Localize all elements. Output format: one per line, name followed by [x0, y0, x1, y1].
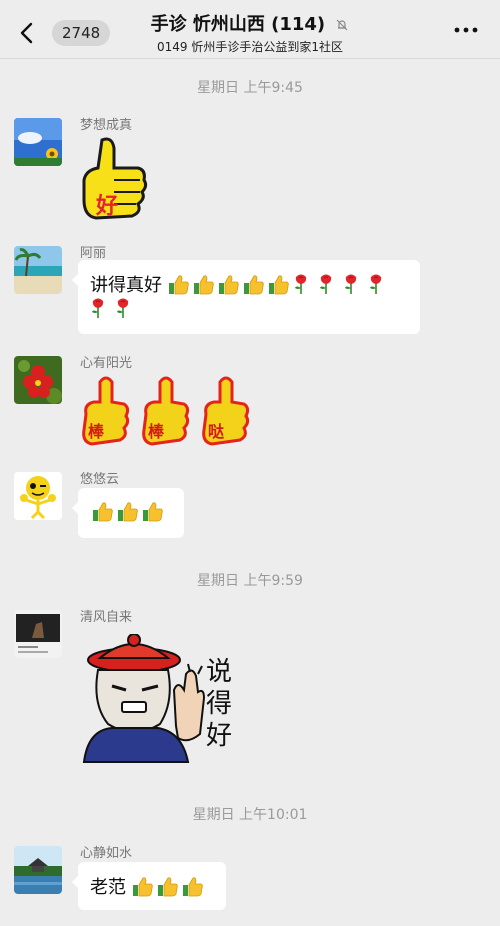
thumbs-up-emoji — [93, 502, 113, 522]
mute-bell-icon — [336, 19, 348, 31]
back-button[interactable]: 2748 — [14, 18, 111, 48]
sender-name: 梦想成真 — [80, 118, 133, 133]
thumbs-up-emoji — [218, 275, 239, 295]
message-row: 阿丽 讲得真好 — [14, 246, 484, 336]
rose-emoji — [344, 274, 356, 294]
message-row: 悠悠云 — [14, 472, 484, 542]
sender-name: 心静如水 — [80, 846, 133, 861]
avatar[interactable] — [14, 118, 62, 166]
thumbs-up-emoji — [182, 877, 203, 897]
chat-subtitle: 0149 忻州手诊手治公益到家1社区 — [157, 40, 343, 54]
thumbs-up-sticker-group-icon — [82, 376, 250, 446]
emoji-row — [92, 502, 167, 523]
message-text: 老范 — [90, 877, 126, 898]
message-row: 心有阳光 棒 棒 哒 — [14, 356, 484, 456]
thumbs-up-emoji — [157, 877, 178, 897]
sticker-text: 哒 — [208, 422, 225, 441]
timestamp: 星期日 上午9:45 — [197, 80, 303, 96]
rose-emoji — [369, 274, 381, 294]
sender-name: 悠悠云 — [80, 472, 120, 487]
message-bubble[interactable] — [72, 488, 184, 538]
sender-name: 清风自来 — [80, 610, 133, 625]
thumbs-up-emoji — [118, 502, 138, 522]
sender-name: 心有阳光 — [80, 356, 133, 371]
timestamp: 星期日 上午9:59 — [197, 573, 303, 589]
avatar-sky-flower-image — [14, 118, 62, 166]
thumbs-up-emoji — [243, 275, 264, 295]
rose-emoji — [92, 298, 104, 318]
more-dots-icon[interactable] — [454, 26, 478, 34]
rose-emoji — [117, 298, 129, 318]
sticker-text: 好 — [96, 194, 119, 219]
emoji-row — [132, 877, 207, 898]
rose-emoji — [319, 274, 331, 294]
message-row: 心静如水 老范 — [14, 846, 484, 916]
rose-emoji — [294, 274, 306, 294]
sticker-text: 棒 — [88, 422, 105, 441]
thumbs-up-emoji — [168, 275, 189, 295]
chat-header: 2748 手诊 忻州山西 (114) 0149 忻州手诊手治公益到家1社区 — [0, 0, 500, 59]
avatar-video-screenshot-image — [14, 610, 62, 658]
avatar[interactable] — [14, 356, 62, 404]
unread-count-badge: 2748 — [52, 20, 111, 46]
sticker-text: 说得好 — [206, 657, 233, 751]
chat-title-area[interactable]: 手诊 忻州山西 (114) 0149 忻州手诊手治公益到家1社区 — [120, 10, 380, 55]
chat-title-row: 手诊 忻州山西 (114) — [120, 10, 380, 36]
avatar[interactable] — [14, 472, 62, 520]
avatar[interactable] — [14, 846, 62, 894]
avatar[interactable] — [14, 246, 62, 294]
message-row: 清风自来 说得好 — [14, 610, 484, 780]
avatar-beach-image — [14, 246, 62, 294]
avatar-red-flower-image — [14, 356, 62, 404]
back-chevron-icon — [20, 22, 33, 44]
avatar-lake-pavilion-image — [14, 846, 62, 894]
thumbs-up-emoji — [143, 502, 163, 522]
thumbs-up-sticker[interactable]: 好 — [78, 134, 150, 226]
thumbs-up-emoji — [132, 877, 153, 897]
thumbs-up-emoji — [268, 275, 289, 295]
chat-title: 手诊 忻州山西 (114) — [150, 14, 326, 35]
qing-official-sticker[interactable]: 说得好 — [78, 633, 238, 764]
great-stickers[interactable]: 棒 棒 哒 — [78, 374, 258, 452]
avatar-cartoon-thumbs-image — [14, 472, 62, 520]
message-bubble[interactable]: 讲得真好 — [72, 260, 420, 334]
message-bubble[interactable]: 老范 — [72, 862, 226, 910]
timestamp: 星期日 上午10:01 — [192, 807, 308, 823]
message-row: 梦想成真 好 — [14, 118, 484, 228]
thumbs-up-emoji — [193, 275, 214, 295]
sender-name: 阿丽 — [80, 246, 107, 261]
sticker-text: 棒 — [148, 422, 165, 441]
avatar[interactable] — [14, 610, 62, 658]
message-text: 讲得真好 — [90, 275, 162, 296]
